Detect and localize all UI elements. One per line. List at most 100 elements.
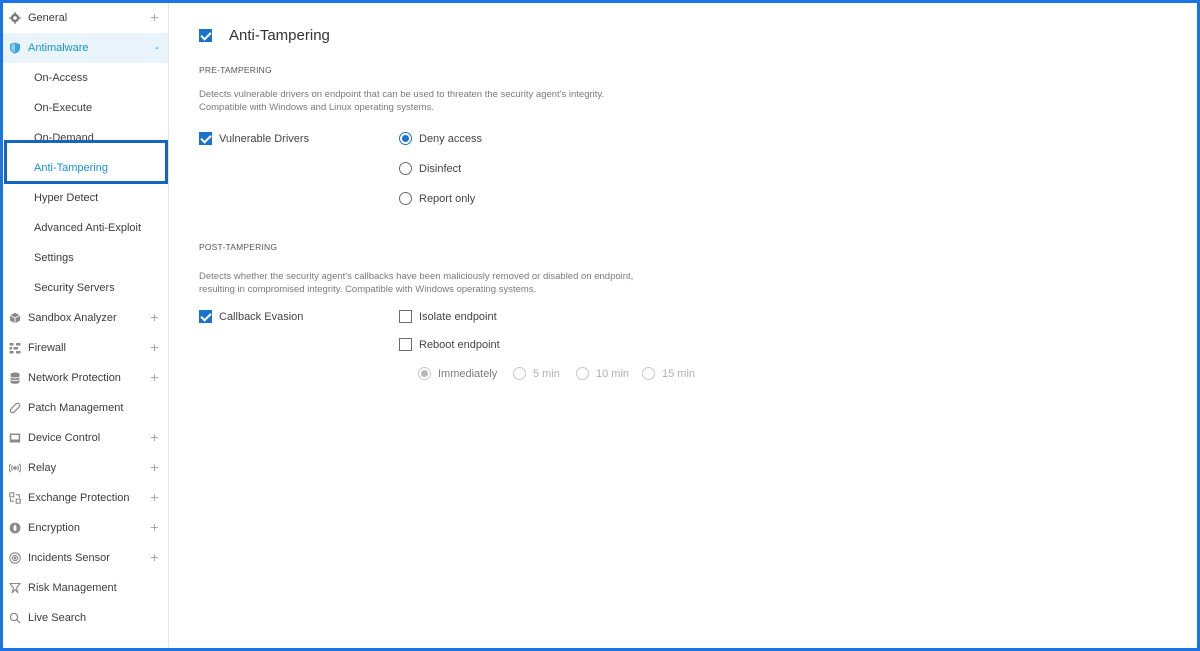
post-tampering-description-line1: Detects whether the security agent's cal… xyxy=(199,271,634,282)
sidebar-item-label: General xyxy=(28,12,68,24)
reboot-endpoint-checkbox[interactable] xyxy=(399,338,412,351)
deny-access-radio[interactable] xyxy=(399,132,412,145)
database-icon xyxy=(9,372,21,384)
collapse-icon[interactable]: - xyxy=(155,41,159,54)
reboot-immediately-radio[interactable] xyxy=(418,367,431,380)
expand-icon[interactable]: + xyxy=(150,371,159,384)
isolate-endpoint-option[interactable]: Isolate endpoint xyxy=(399,310,497,323)
disinfect-radio[interactable] xyxy=(399,162,412,175)
sidebar-item-label: Network Protection xyxy=(28,372,121,384)
cube-icon xyxy=(9,312,21,324)
sidebar: General + Antimalware - On-Access On-Exe… xyxy=(3,3,169,648)
expand-icon[interactable]: + xyxy=(150,341,159,354)
patch-icon xyxy=(9,402,21,414)
disinfect-label: Disinfect xyxy=(419,162,462,175)
report-only-label: Report only xyxy=(419,192,476,205)
sidebar-item-sandbox-analyzer[interactable]: Sandbox Analyzer + xyxy=(3,303,168,333)
relay-icon xyxy=(9,462,21,474)
sidebar-subitem-on-execute[interactable]: On-Execute xyxy=(3,93,168,123)
post-tampering-description-line2: resulting in compromised integrity. Comp… xyxy=(199,284,537,295)
isolate-endpoint-label: Isolate endpoint xyxy=(419,310,497,323)
firewall-icon xyxy=(9,342,21,354)
reboot-5min-radio[interactable] xyxy=(513,367,526,380)
report-only-option[interactable]: Report only xyxy=(399,192,475,205)
device-icon xyxy=(9,432,21,444)
anti-tampering-checkbox[interactable] xyxy=(199,29,212,42)
vulnerable-drivers-checkbox[interactable] xyxy=(199,132,212,145)
sidebar-item-label: Antimalware xyxy=(28,42,89,54)
reboot-10min-radio[interactable] xyxy=(576,367,589,380)
sidebar-item-label: Firewall xyxy=(28,342,66,354)
page-title: Anti-Tampering xyxy=(229,27,330,44)
sidebar-subitem-settings[interactable]: Settings xyxy=(3,243,168,273)
sidebar-item-risk-management[interactable]: Risk Management xyxy=(3,573,168,603)
sidebar-item-patch-management[interactable]: Patch Management xyxy=(3,393,168,423)
reboot-15min-option[interactable]: 15 min xyxy=(642,367,695,380)
gear-icon xyxy=(9,12,21,24)
sidebar-subitem-hyper-detect[interactable]: Hyper Detect xyxy=(3,183,168,213)
sidebar-subitem-security-servers[interactable]: Security Servers xyxy=(3,273,168,303)
reboot-10min-option[interactable]: 10 min xyxy=(576,367,629,380)
sidebar-item-network-protection[interactable]: Network Protection + xyxy=(3,363,168,393)
sidebar-item-general[interactable]: General + xyxy=(3,3,168,33)
reboot-immediately-option[interactable]: Immediately xyxy=(418,367,497,380)
sidebar-subitem-advanced-anti-exploit[interactable]: Advanced Anti-Exploit xyxy=(3,213,168,243)
sidebar-item-incidents-sensor[interactable]: Incidents Sensor + xyxy=(3,543,168,573)
deny-access-label: Deny access xyxy=(419,132,482,145)
lock-icon xyxy=(9,522,21,534)
vulnerable-drivers-label: Vulnerable Drivers xyxy=(219,132,310,145)
post-tampering-heading: POST-TAMPERING xyxy=(199,242,278,252)
main-panel: Anti-Tampering PRE-TAMPERING Detects vul… xyxy=(170,3,1197,648)
sidebar-subitem-on-access[interactable]: On-Access xyxy=(3,63,168,93)
sidebar-subitem-anti-tampering[interactable]: Anti-Tampering xyxy=(3,153,168,183)
exchange-icon xyxy=(9,492,21,504)
expand-icon[interactable]: + xyxy=(150,11,159,24)
vulnerable-drivers-option[interactable]: Vulnerable Drivers xyxy=(199,132,309,145)
reboot-5min-label: 5 min xyxy=(533,367,560,380)
reboot-15min-radio[interactable] xyxy=(642,367,655,380)
sidebar-subitem-on-demand[interactable]: On-Demand xyxy=(3,123,168,153)
sidebar-item-exchange-protection[interactable]: Exchange Protection + xyxy=(3,483,168,513)
risk-icon xyxy=(9,582,21,594)
expand-icon[interactable]: + xyxy=(150,431,159,444)
shield-icon xyxy=(9,42,21,54)
pre-tampering-description-line1: Detects vulnerable drivers on endpoint t… xyxy=(199,89,605,100)
sidebar-item-label: Exchange Protection xyxy=(28,492,130,504)
sidebar-item-label: Patch Management xyxy=(28,402,124,414)
expand-icon[interactable]: + xyxy=(150,491,159,504)
reboot-endpoint-label: Reboot endpoint xyxy=(419,338,500,351)
callback-evasion-label: Callback Evasion xyxy=(219,310,304,323)
reboot-immediately-label: Immediately xyxy=(438,367,498,380)
expand-icon[interactable]: + xyxy=(150,461,159,474)
reboot-15min-label: 15 min xyxy=(662,367,696,380)
reboot-10min-label: 10 min xyxy=(596,367,630,380)
callback-evasion-option[interactable]: Callback Evasion xyxy=(199,310,303,323)
anti-tampering-toggle[interactable]: Anti-Tampering xyxy=(199,27,330,44)
sidebar-item-relay[interactable]: Relay + xyxy=(3,453,168,483)
expand-icon[interactable]: + xyxy=(150,311,159,324)
pre-tampering-description-line2: Compatible with Windows and Linux operat… xyxy=(199,102,434,113)
isolate-endpoint-checkbox[interactable] xyxy=(399,310,412,323)
sidebar-item-label: Risk Management xyxy=(28,582,117,594)
search-icon xyxy=(9,612,21,624)
sidebar-item-label: Live Search xyxy=(28,612,87,624)
pre-tampering-heading: PRE-TAMPERING xyxy=(199,65,272,75)
sidebar-item-label: Incidents Sensor xyxy=(28,552,110,564)
sidebar-item-antimalware[interactable]: Antimalware - xyxy=(3,33,168,63)
expand-icon[interactable]: + xyxy=(150,521,159,534)
sidebar-item-live-search[interactable]: Live Search xyxy=(3,603,168,633)
sidebar-item-device-control[interactable]: Device Control + xyxy=(3,423,168,453)
sidebar-item-label: Relay xyxy=(28,462,57,474)
sensor-icon xyxy=(9,552,21,564)
expand-icon[interactable]: + xyxy=(150,551,159,564)
callback-evasion-checkbox[interactable] xyxy=(199,310,212,323)
reboot-5min-option[interactable]: 5 min xyxy=(513,367,560,380)
sidebar-item-firewall[interactable]: Firewall + xyxy=(3,333,168,363)
sidebar-item-label: Encryption xyxy=(28,522,80,534)
reboot-endpoint-option[interactable]: Reboot endpoint xyxy=(399,338,500,351)
sidebar-item-encryption[interactable]: Encryption + xyxy=(3,513,168,543)
disinfect-option[interactable]: Disinfect xyxy=(399,162,461,175)
report-only-radio[interactable] xyxy=(399,192,412,205)
deny-access-option[interactable]: Deny access xyxy=(399,132,482,145)
sidebar-item-label: Device Control xyxy=(28,432,101,444)
